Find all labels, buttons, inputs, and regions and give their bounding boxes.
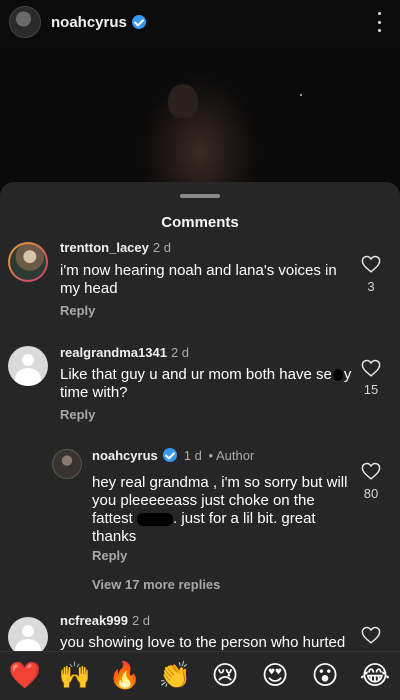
reaction-crying-face-icon[interactable]: 😢 [207,663,243,689]
video-figure [168,84,198,118]
more-options-icon[interactable] [376,12,382,32]
verified-badge-icon [131,14,146,29]
video-frame-glow [140,74,260,194]
comment-text-line: you pleeeeeass just choke on the [92,492,315,509]
comment-text: i'm now hearing noah and lana's voices i… [60,262,337,298]
comment-text: hey real grandma , i'm so sorry but will… [92,474,347,546]
post-author-avatar[interactable] [9,6,41,38]
comment-time: 2 d [131,613,151,628]
comment-meta: trentton_lacey 2 d [60,240,171,255]
comment-text-line: fattest . just for a lil bit. great [92,510,347,528]
view-more-replies-button[interactable]: View 17 more replies [92,577,220,592]
commenter-avatar[interactable] [52,449,82,479]
comment-text-line: thanks [92,528,137,545]
reaction-raising-hands-icon[interactable]: 🙌 [57,663,93,689]
comment-text-segment: y [343,366,352,383]
reaction-open-mouth-icon[interactable]: 😮 [307,663,343,689]
author-label: Author [216,448,255,463]
comment-username[interactable]: trentton_lacey [60,240,149,255]
comments-title: Comments [161,214,239,231]
drag-handle[interactable] [180,194,220,198]
comment-text-line: hey real grandma , i'm so sorry but will [92,474,348,491]
like-count: 80 [363,486,379,501]
comment-text-segment: Like that guy u and ur mom both have se [60,366,332,383]
comment-text: Like that guy u and ur mom both have se y… [60,366,351,402]
comment-meta: ncfreak999 2 d [60,613,150,628]
comment-text-line: you showing love to the person who hurte… [60,634,346,651]
comment-meta: noahcyrus 1 d • Author [92,448,254,463]
comment-text-line: Like that guy u and ur mom both have se y [60,366,351,384]
separator-dot: • [208,448,214,463]
like-heart-icon[interactable] [361,626,381,644]
reaction-fire-icon[interactable]: 🔥 [107,663,143,689]
post-author-username-text: noahcyrus [51,13,127,31]
commenter-avatar[interactable] [8,242,48,282]
comment-text-segment: fattest [92,510,133,527]
comment-text-line: time with? [60,384,128,401]
comment-meta: realgrandma1341 2 d [60,345,189,360]
verified-badge-icon [162,448,177,462]
comment-text-segment: . just for a lil bit. great [173,510,316,527]
like-heart-icon[interactable] [361,255,381,273]
comment-username[interactable]: realgrandma1341 [60,345,167,360]
like-heart-icon[interactable] [361,462,381,480]
post-video[interactable] [0,44,400,194]
reaction-clapping-hands-icon[interactable]: 👏 [157,663,193,689]
video-light-dot [300,94,302,96]
reaction-tears-of-joy-icon[interactable]: 😂 [357,663,393,689]
emoji-reaction-bar: ❤️ 🙌 🔥 👏 😢 😍 😮 😂 [0,651,400,700]
reaction-heart-eyes-icon[interactable]: 😍 [257,663,293,689]
comment-text-line: my head [60,280,118,297]
reply-button[interactable]: Reply [92,548,127,563]
like-count: 3 [367,279,375,294]
redaction-mark [137,512,174,526]
reply-button[interactable]: Reply [60,407,95,422]
like-count: 15 [363,382,379,397]
commenter-avatar[interactable] [8,346,48,386]
comment-text-line: i'm now hearing noah and lana's voices i… [60,262,337,279]
comment-time: 2 d [170,345,190,360]
redaction-mark [332,369,343,382]
reaction-red-heart-icon[interactable]: ❤️ [7,663,43,689]
like-heart-icon[interactable] [361,359,381,377]
comment-username[interactable]: noahcyrus [92,448,158,463]
post-author-username[interactable]: noahcyrus [51,14,146,31]
comment-text: you showing love to the person who hurte… [60,634,345,652]
post-header: noahcyrus [0,0,400,44]
comment-time: 1 d [183,448,202,463]
reply-button[interactable]: Reply [60,303,95,318]
comment-username[interactable]: ncfreak999 [60,613,128,628]
comment-time: 2 d [152,240,171,255]
